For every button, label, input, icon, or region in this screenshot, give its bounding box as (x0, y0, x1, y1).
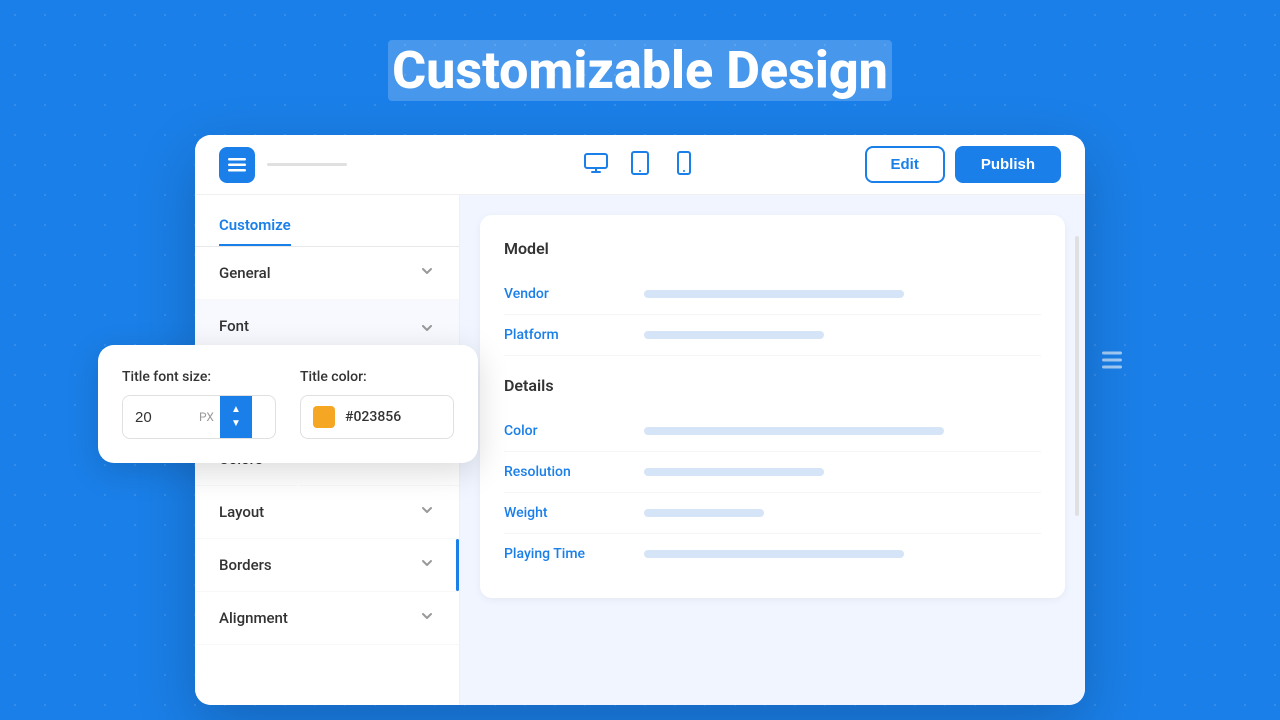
right-handle-decoration (1102, 352, 1122, 369)
section-spacer (504, 356, 1041, 376)
sidebar-item-borders[interactable]: Borders (195, 539, 459, 592)
field-label-vendor: Vendor (504, 286, 644, 302)
field-row-platform: Platform (504, 315, 1041, 356)
chevron-down-icon (419, 555, 435, 575)
toolbar-center (500, 151, 781, 179)
sidebar-general-label: General (219, 264, 271, 282)
increment-button[interactable]: ▲ (231, 403, 241, 417)
field-row-resolution: Resolution (504, 452, 1041, 493)
sidebar-tab-label: Customize (219, 216, 291, 246)
font-popup: Title font size: PX ▲ ▼ Title color: #02… (98, 345, 478, 463)
field-bar-playing-time (644, 550, 904, 558)
font-size-input[interactable] (123, 399, 193, 436)
chevron-down-icon (419, 608, 435, 628)
field-label-color: Color (504, 423, 644, 439)
decrement-button[interactable]: ▼ (231, 417, 241, 431)
section-model-title: Model (504, 239, 1041, 258)
field-row-playing-time: Playing Time (504, 534, 1041, 574)
section-details-title: Details (504, 376, 1041, 395)
menu-icon (228, 156, 246, 174)
field-label-playing-time: Playing Time (504, 546, 644, 562)
content-card: Model Vendor Platform Details Color (480, 215, 1065, 598)
field-bar-resolution (644, 468, 824, 476)
desktop-icon[interactable] (584, 151, 608, 179)
sidebar-layout-label: Layout (219, 503, 264, 521)
field-bar-vendor (644, 290, 904, 298)
page-title-text: Customizable Design (388, 40, 892, 101)
sidebar-alignment-label: Alignment (219, 609, 288, 627)
field-label-platform: Platform (504, 327, 644, 343)
scroll-indicator (456, 539, 459, 591)
handle-line (1102, 359, 1122, 362)
toolbar-right: Edit Publish (780, 146, 1061, 183)
sidebar-font-label: Font (219, 317, 249, 335)
popup-fields: Title font size: PX ▲ ▼ Title color: #02… (122, 369, 454, 439)
tablet-icon[interactable] (628, 151, 652, 179)
color-swatch[interactable] (313, 406, 335, 428)
toolbar-line (267, 163, 347, 166)
menu-icon-box[interactable] (219, 147, 255, 183)
sidebar-tab-customize[interactable]: Customize (195, 195, 459, 246)
mobile-icon[interactable] (672, 151, 696, 179)
handle-line (1102, 352, 1122, 355)
chevron-up-icon (419, 316, 435, 336)
font-size-field: Title font size: PX ▲ ▼ (122, 369, 276, 439)
field-row-vendor: Vendor (504, 274, 1041, 315)
chevron-down-icon (419, 263, 435, 283)
field-label-resolution: Resolution (504, 464, 644, 480)
field-bar-platform (644, 331, 824, 339)
field-row-color: Color (504, 411, 1041, 452)
color-hex-value: #023856 (345, 409, 401, 425)
page-title: Customizable Design (0, 0, 1280, 131)
chevron-down-icon (419, 502, 435, 522)
toolbar: Edit Publish (195, 135, 1085, 195)
font-size-label: Title font size: (122, 369, 276, 385)
handle-line (1102, 366, 1122, 369)
edit-button[interactable]: Edit (865, 146, 945, 183)
px-label: PX (193, 410, 220, 424)
title-color-label: Title color: (300, 369, 454, 385)
color-input-group[interactable]: #023856 (300, 395, 454, 439)
toolbar-left (219, 147, 500, 183)
field-label-weight: Weight (504, 505, 644, 521)
main-content: Model Vendor Platform Details Color (460, 195, 1085, 705)
font-size-input-group: PX ▲ ▼ (122, 395, 276, 439)
font-size-stepper[interactable]: ▲ ▼ (220, 396, 252, 438)
sidebar-item-alignment[interactable]: Alignment (195, 592, 459, 645)
sidebar-borders-label: Borders (219, 556, 272, 574)
field-bar-color (644, 427, 944, 435)
field-row-weight: Weight (504, 493, 1041, 534)
sidebar-item-general[interactable]: General (195, 247, 459, 300)
publish-button[interactable]: Publish (955, 146, 1061, 183)
content-scrollbar (1075, 236, 1079, 517)
title-color-field: Title color: #023856 (300, 369, 454, 439)
field-bar-weight (644, 509, 764, 517)
